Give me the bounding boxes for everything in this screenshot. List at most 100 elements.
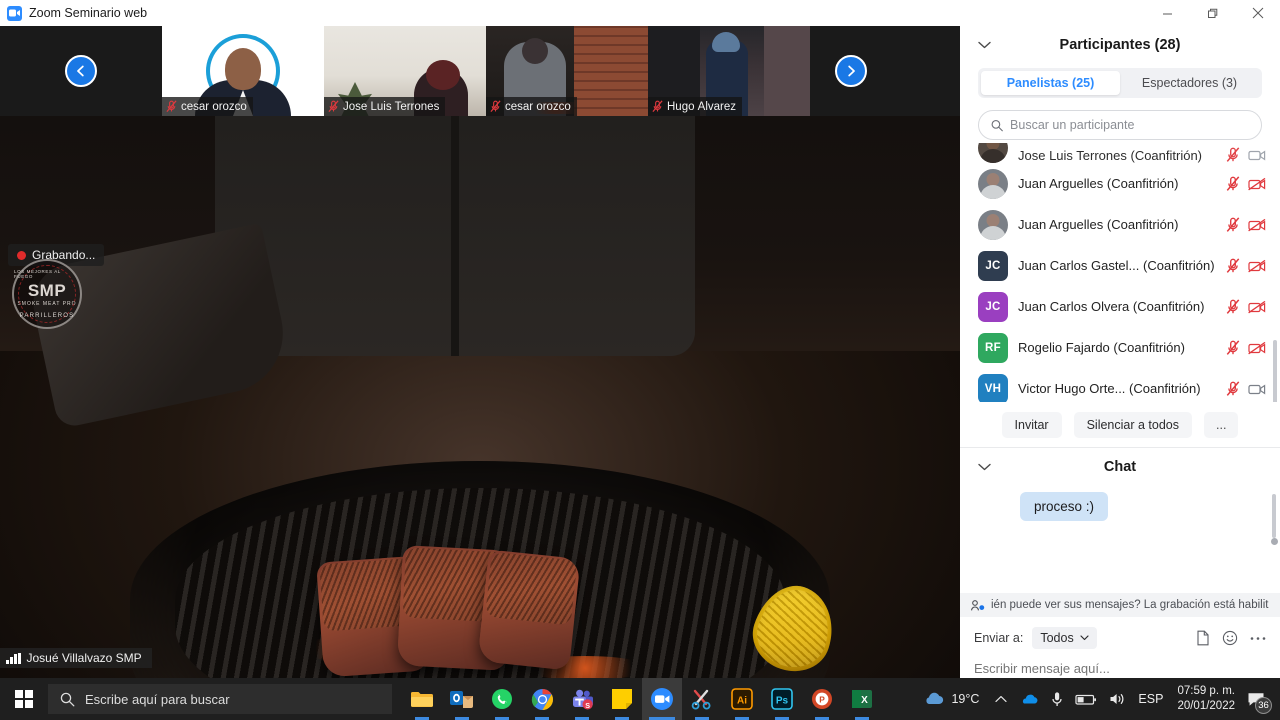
restore-button[interactable] <box>1190 0 1235 26</box>
weather-widget[interactable] <box>917 678 951 720</box>
muted-mic-icon[interactable] <box>1226 339 1240 356</box>
chevron-down-icon[interactable] <box>978 458 991 476</box>
muted-mic-icon[interactable] <box>1226 298 1240 315</box>
tab-panelistas[interactable]: Panelistas (25) <box>981 71 1120 95</box>
muted-mic-icon[interactable] <box>1226 175 1240 192</box>
participants-scrollbar[interactable] <box>1273 340 1277 402</box>
close-button[interactable] <box>1235 0 1280 26</box>
titlebar-left: Zoom Seminario web <box>0 5 148 21</box>
chat-messages[interactable]: proceso :) <box>960 486 1280 593</box>
tile-name-badge: Jose Luis Terrones <box>324 97 446 116</box>
next-arrow-icon[interactable] <box>835 55 867 87</box>
muted-mic-icon[interactable] <box>1226 216 1240 233</box>
muted-mic-icon <box>490 100 501 113</box>
language-indicator[interactable]: ESP <box>1132 678 1169 720</box>
chrome-icon[interactable] <box>522 678 562 720</box>
right-side-panel: Participantes (28) Panelistas (25) Espec… <box>960 26 1280 678</box>
zoom-icon[interactable] <box>642 678 682 720</box>
emoji-icon[interactable] <box>1222 630 1238 646</box>
chat-scroll-thumb[interactable] <box>1270 538 1278 545</box>
excel-icon[interactable]: X <box>842 678 882 720</box>
participants-list[interactable]: Jose Luis Terrones (Coanfitrión) Juan Ar… <box>960 140 1280 402</box>
participant-name: Jose Luis Terrones (Coanfitrión) <box>1018 148 1203 163</box>
video-tile[interactable]: Jose Luis Terrones <box>324 26 486 116</box>
chat-scrollbar[interactable] <box>1272 494 1276 538</box>
snipping-tool-icon[interactable] <box>682 678 722 720</box>
chevron-down-icon <box>1080 635 1089 641</box>
invite-button[interactable]: Invitar <box>1001 411 1062 438</box>
clock-date: 20/01/2022 <box>1177 700 1235 712</box>
muted-camera-icon[interactable] <box>1248 300 1266 314</box>
outlook-icon[interactable] <box>442 678 482 720</box>
participant-name: Juan Arguelles (Coanfitrión) <box>1018 217 1179 232</box>
chevron-up-icon[interactable] <box>989 678 1013 720</box>
muted-mic-icon[interactable] <box>1226 380 1240 397</box>
svg-text:S: S <box>585 701 590 710</box>
windows-start-icon[interactable] <box>0 678 48 720</box>
file-explorer-icon[interactable] <box>402 678 442 720</box>
chat-message-input[interactable] <box>974 661 1266 676</box>
avatar <box>978 209 1008 240</box>
ellipsis-icon[interactable] <box>1250 636 1266 641</box>
svg-text:X: X <box>861 695 868 706</box>
chevron-down-icon[interactable] <box>978 36 991 54</box>
notification-icon[interactable]: 36 <box>1243 678 1276 720</box>
teams-icon[interactable]: S <box>562 678 602 720</box>
sticky-notes-icon[interactable] <box>602 678 642 720</box>
video-tile[interactable]: cesar orozco <box>162 26 324 116</box>
smp-logo-watermark: LOS MEJORES AL FUEGO SMP SMOKE MEAT PRO … <box>12 259 82 329</box>
whatsapp-icon[interactable] <box>482 678 522 720</box>
send-to-dropdown[interactable]: Todos <box>1032 627 1097 649</box>
window-title: Zoom Seminario web <box>29 6 148 20</box>
tab-espectadores[interactable]: Espectadores (3) <box>1120 71 1259 95</box>
search-participant-box[interactable] <box>978 110 1262 140</box>
muted-mic-icon[interactable] <box>1226 147 1240 163</box>
chat-privacy-notice: ién puede ver sus mensajes? La grabación… <box>960 593 1280 617</box>
window-titlebar: Zoom Seminario web <box>0 0 1280 26</box>
participants-tabs: Panelistas (25) Espectadores (3) <box>978 68 1262 98</box>
list-item[interactable]: Juan Arguelles (Coanfitrión) <box>960 163 1280 204</box>
battery-icon[interactable] <box>1069 678 1103 720</box>
avatar: JC <box>978 250 1008 281</box>
muted-camera-icon[interactable] <box>1248 218 1266 232</box>
mute-all-button[interactable]: Silenciar a todos <box>1073 411 1193 438</box>
notification-count-badge: 36 <box>1255 697 1272 714</box>
muted-camera-icon[interactable] <box>1248 259 1266 273</box>
powerpoint-icon[interactable]: P <box>802 678 842 720</box>
speaker-name: Josué Villalvazo SMP <box>26 651 142 665</box>
illustrator-icon[interactable]: Ai <box>722 678 762 720</box>
microphone-icon[interactable] <box>1045 678 1069 720</box>
screen: Zoom Seminario web cesar orozco Jose Lui… <box>0 0 1280 720</box>
taskbar-search-placeholder: Escribe aquí para buscar <box>85 691 230 707</box>
photoshop-icon[interactable]: Ps <box>762 678 802 720</box>
taskbar-clock[interactable]: 07:59 p. m. 20/01/2022 <box>1169 678 1243 720</box>
prev-arrow-icon[interactable] <box>65 55 97 87</box>
list-item[interactable]: Jose Luis Terrones (Coanfitrión) <box>960 143 1280 163</box>
list-item[interactable]: VH Victor Hugo Orte... (Coanfitrión) <box>960 368 1280 402</box>
muted-camera-icon[interactable] <box>1248 177 1266 191</box>
minimize-button[interactable] <box>1145 0 1190 26</box>
video-tile[interactable]: Hugo Álvarez <box>648 26 810 116</box>
muted-camera-icon[interactable] <box>1248 341 1266 355</box>
tile-name: cesar orozco <box>181 100 247 113</box>
muted-camera-icon[interactable] <box>1248 148 1266 162</box>
main-speaker-video[interactable]: Grabando... LOS MEJORES AL FUEGO SMP SMO… <box>0 116 960 678</box>
taskbar-search-box[interactable]: Escribe aquí para buscar <box>48 684 392 714</box>
video-filmstrip: cesar orozco Jose Luis Terrones cesar or… <box>0 26 960 116</box>
speaker-icon[interactable] <box>1103 678 1132 720</box>
list-item[interactable]: Juan Arguelles (Coanfitrión) <box>960 204 1280 245</box>
participant-status-icons <box>1226 216 1266 233</box>
system-tray: 19°C ESP 07:59 p. m. 20/01/2022 36 <box>917 678 1280 720</box>
muted-mic-icon[interactable] <box>1226 257 1240 274</box>
search-input[interactable] <box>1010 118 1249 132</box>
list-item[interactable]: RF Rogelio Fajardo (Coanfitrión) <box>960 327 1280 368</box>
language-label: ESP <box>1138 692 1164 706</box>
video-tile[interactable]: cesar orozco <box>486 26 648 116</box>
list-item[interactable]: JC Juan Carlos Olvera (Coanfitrión) <box>960 286 1280 327</box>
more-options-button[interactable]: ... <box>1204 411 1239 438</box>
list-item[interactable]: JC Juan Carlos Gastel... (Coanfitrión) <box>960 245 1280 286</box>
onedrive-cloud-icon[interactable] <box>1013 678 1045 720</box>
camera-on-icon[interactable] <box>1248 382 1266 396</box>
chat-header: Chat <box>960 448 1280 486</box>
file-icon[interactable] <box>1196 630 1210 646</box>
